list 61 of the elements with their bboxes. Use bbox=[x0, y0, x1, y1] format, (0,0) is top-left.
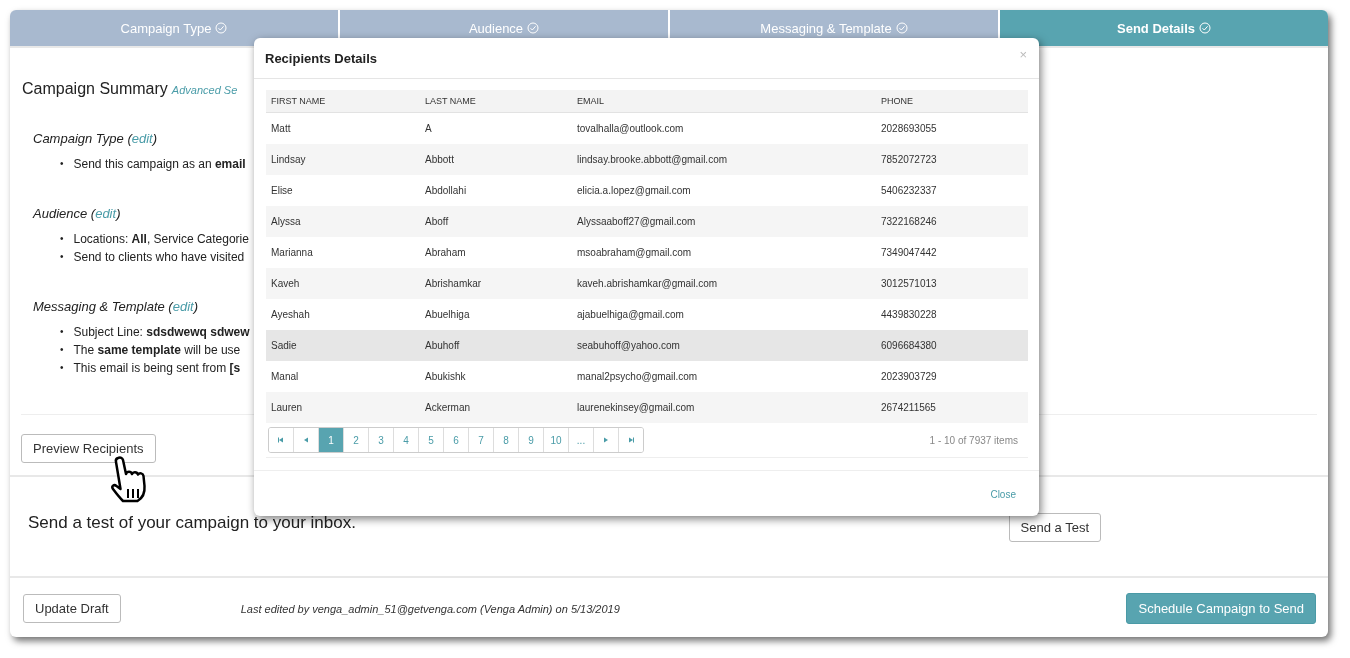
send-test-button[interactable]: Send a Test bbox=[1008, 513, 1101, 542]
bullet-marker: • bbox=[60, 343, 64, 357]
table-cell: lindsay.brooke.abbott@gmail.com bbox=[572, 144, 876, 175]
table-cell: Abuhoff bbox=[420, 330, 572, 361]
previous-page-icon[interactable] bbox=[302, 436, 310, 444]
step-tab[interactable]: Campaign Type bbox=[10, 10, 338, 46]
first-page-icon[interactable] bbox=[277, 436, 285, 444]
bullet-marker: • bbox=[60, 232, 64, 246]
check-circle-icon bbox=[215, 22, 228, 34]
column-header: PHONE bbox=[876, 90, 1028, 113]
table-cell: Lauren bbox=[266, 392, 420, 423]
edit-link[interactable]: edit bbox=[131, 131, 153, 146]
summary-item: Send this campaign as an email bbox=[73, 156, 246, 173]
summary-item: This email is being sent from [s bbox=[73, 360, 241, 377]
dialog-title: Recipients Details bbox=[265, 50, 377, 66]
page-button[interactable]: 1 bbox=[319, 428, 344, 452]
table-cell: laurenekinsey@gmail.com bbox=[572, 392, 876, 423]
close-link[interactable]: Close bbox=[990, 489, 1016, 500]
check-circle-icon bbox=[527, 22, 540, 34]
schedule-campaign-button[interactable]: Schedule Campaign to Send bbox=[1126, 593, 1316, 624]
column-header: LAST NAME bbox=[420, 90, 572, 113]
last-edited-text: Last edited by venga_admin_51@getvenga.com (Venga Admin) on 5/13/2019 bbox=[240, 602, 621, 615]
table-cell: Aboff bbox=[420, 206, 572, 237]
table-cell: seabuhoff@yahoo.com bbox=[572, 330, 876, 361]
table-cell: Alyssaaboff27@gmail.com bbox=[572, 206, 876, 237]
column-header: EMAIL bbox=[572, 90, 876, 113]
table-cell: 7852072723 bbox=[876, 144, 1028, 175]
table-cell: 6096684380 bbox=[876, 330, 1028, 361]
check-circle-icon bbox=[1199, 22, 1211, 34]
column-header: FIRST NAME bbox=[266, 90, 420, 113]
table-cell: Ackerman bbox=[420, 392, 572, 423]
table-cell: Sadie bbox=[266, 330, 420, 361]
next-page-icon[interactable] bbox=[602, 436, 610, 444]
close-icon[interactable]: × bbox=[1019, 46, 1027, 62]
step-tab[interactable]: Send Details bbox=[1000, 10, 1328, 46]
bullet-marker: • bbox=[60, 157, 64, 171]
bullet-marker: • bbox=[60, 361, 64, 375]
summary-item: Locations: All, Service Categorie bbox=[73, 231, 249, 248]
summary-item: The same template will be use bbox=[73, 342, 241, 359]
item-count: 1 - 10 of 7937 items bbox=[929, 434, 1018, 446]
check-circle-icon bbox=[895, 22, 908, 34]
table-cell: Alyssa bbox=[266, 206, 420, 237]
bullet-marker: • bbox=[60, 250, 64, 264]
table-cell: kaveh.abrishamkar@gmail.com bbox=[572, 268, 876, 299]
summary-item: Send to clients who have visited bbox=[73, 249, 245, 266]
bullet-marker: • bbox=[60, 325, 64, 339]
table-cell: Abrishamkar bbox=[420, 268, 572, 299]
table-cell: Kaveh bbox=[266, 268, 420, 299]
test-description: Send a test of your campaign to your inbox. bbox=[28, 513, 356, 533]
table-cell: Lindsay bbox=[266, 144, 420, 175]
table-cell: 3012571013 bbox=[876, 268, 1028, 299]
edit-link[interactable]: edit bbox=[172, 299, 194, 314]
preview-recipients-button[interactable]: Preview Recipients bbox=[21, 434, 156, 463]
last-page-icon[interactable] bbox=[627, 436, 635, 444]
table-cell: 7322168246 bbox=[876, 206, 1028, 237]
advanced-settings-link[interactable]: Advanced Se bbox=[171, 84, 238, 96]
summary-title: Campaign Summary bbox=[22, 80, 168, 98]
table-cell: 2674211565 bbox=[876, 392, 1028, 423]
table-cell: Abbott bbox=[420, 144, 572, 175]
update-draft-button[interactable]: Update Draft bbox=[23, 594, 121, 623]
summary-item: Subject Line: sdsdwewq sdwew bbox=[73, 324, 250, 341]
